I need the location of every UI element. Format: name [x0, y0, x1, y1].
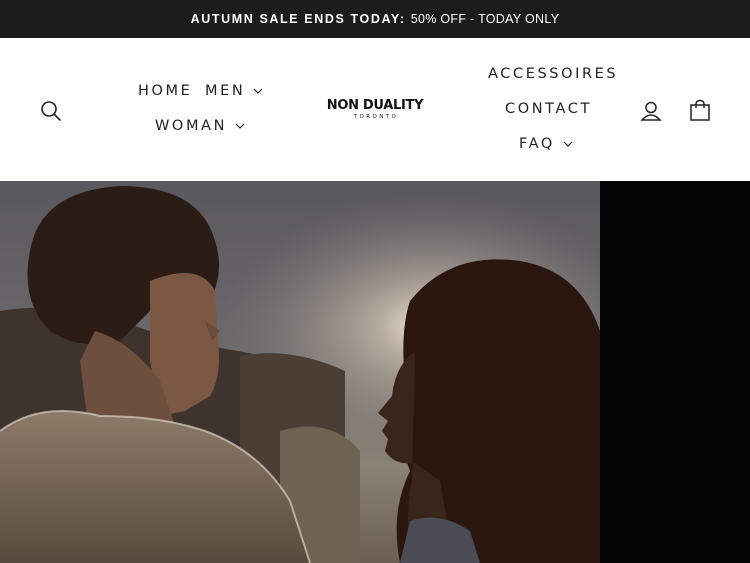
search-button[interactable] — [38, 98, 64, 124]
hero-couple-image — [0, 181, 600, 563]
nav-woman[interactable]: WOMAN — [155, 118, 245, 134]
nav-woman-label: WOMAN — [155, 118, 228, 134]
bag-icon — [690, 99, 710, 121]
cart-button[interactable] — [687, 97, 713, 123]
nav-faq-label: FAQ — [519, 136, 555, 152]
site-header: HOME MEN WOMAN NON DUALITY TORONTO ACCES… — [0, 38, 750, 181]
nav-men-label: MEN — [205, 83, 246, 99]
chevron-down-icon — [253, 88, 263, 94]
announcement-strong-text: AUTUMN SALE ENDS TODAY: — [190, 12, 406, 26]
announcement-offer-text: 50% OFF - TODAY ONLY — [410, 12, 560, 26]
search-icon — [41, 101, 62, 122]
nav-contact[interactable]: CONTACT — [505, 101, 592, 117]
chevron-down-icon — [235, 123, 245, 129]
account-button[interactable] — [638, 98, 664, 124]
hero-banner — [0, 181, 750, 563]
user-icon — [640, 101, 662, 121]
nav-home-label: HOME — [138, 83, 193, 99]
announcement-bar: AUTUMN SALE ENDS TODAY: 50% OFF - TODAY … — [0, 0, 750, 38]
site-logo[interactable]: NON DUALITY TORONTO — [322, 99, 428, 121]
logo-subtitle: TORONTO — [353, 114, 399, 120]
nav-men[interactable]: MEN — [205, 83, 263, 99]
nav-accessoires[interactable]: ACCESSOIRES — [488, 66, 618, 82]
logo-name: NON DUALITY — [326, 98, 424, 113]
hero-dark-panel — [600, 181, 750, 563]
nav-contact-label: CONTACT — [505, 101, 592, 117]
nav-home[interactable]: HOME — [138, 83, 192, 99]
nav-faq[interactable]: FAQ — [519, 136, 573, 152]
nav-accessoires-label: ACCESSOIRES — [488, 66, 619, 82]
chevron-down-icon — [563, 141, 573, 147]
